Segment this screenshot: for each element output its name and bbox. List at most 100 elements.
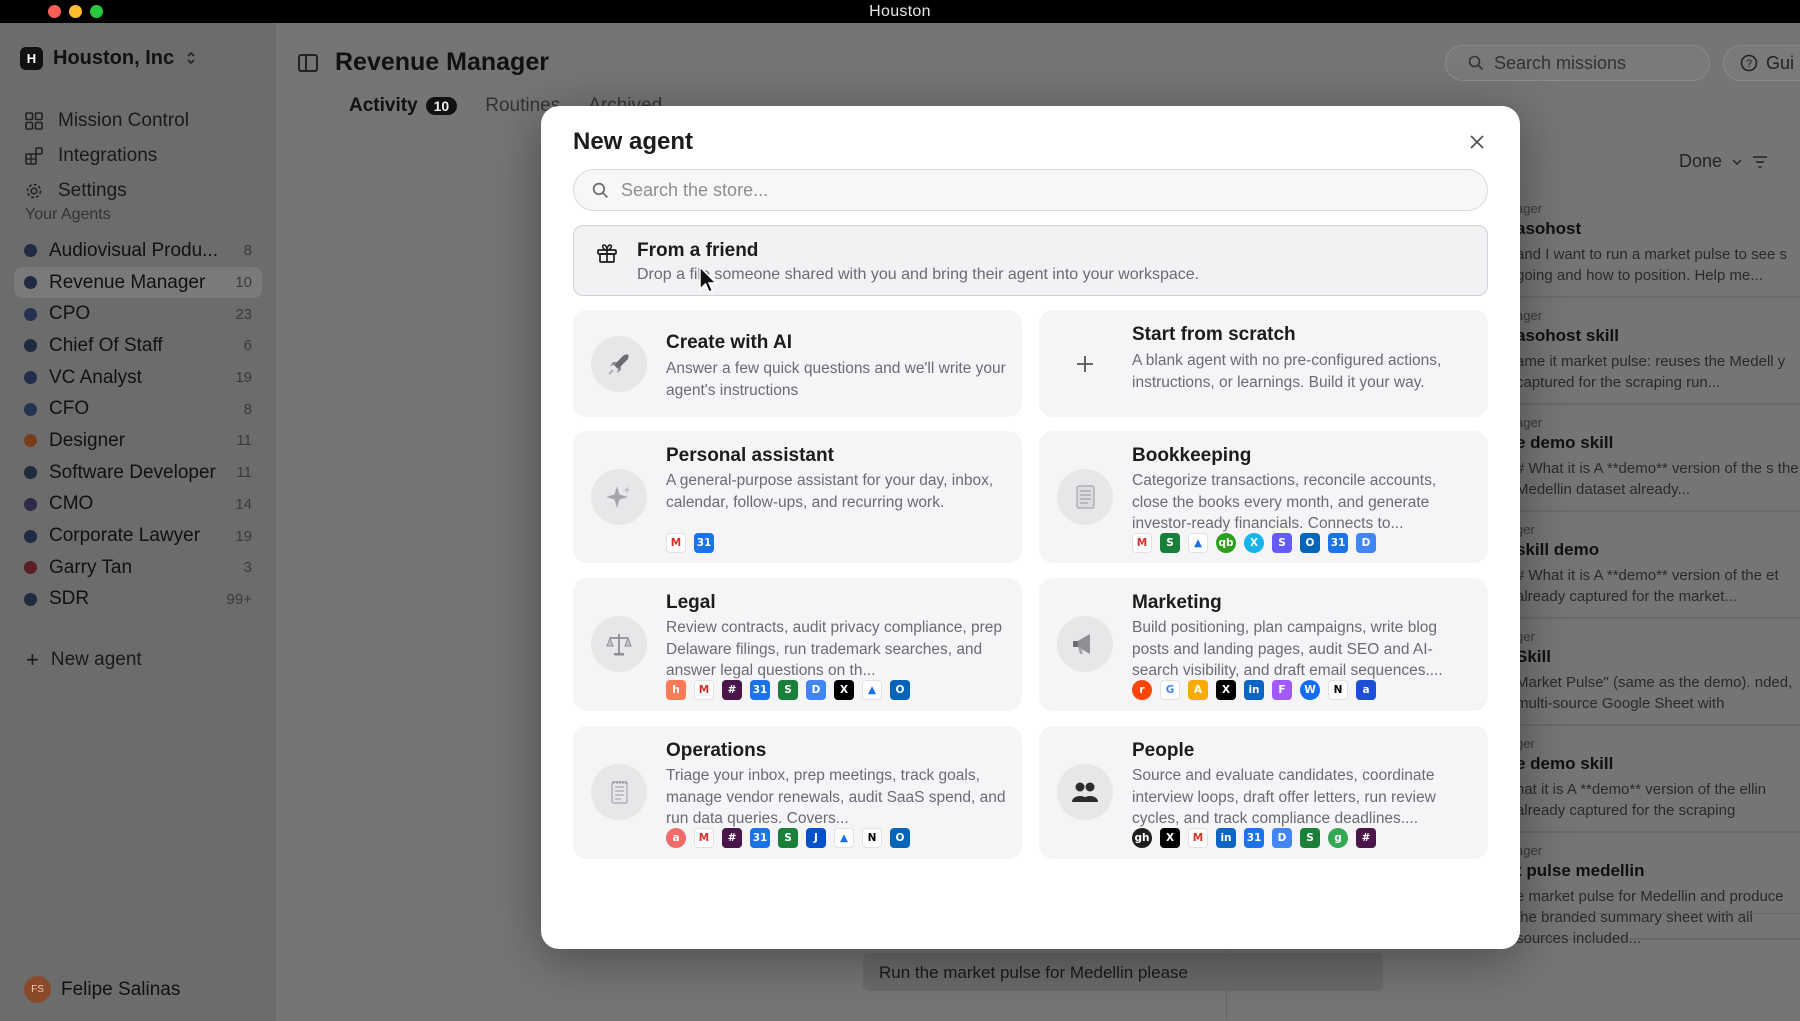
integration-logo-icon: M — [1188, 828, 1208, 848]
agent-template-legal[interactable]: Legal Review contracts, audit privacy com… — [573, 578, 1022, 711]
agent-name: SDR — [49, 588, 90, 610]
chevron-down-icon — [1732, 158, 1742, 165]
mission-card[interactable]: ager asohost skill ame it market pulse: re… — [1516, 298, 1800, 405]
agent-count: 8 — [243, 242, 252, 260]
agent-count: 3 — [243, 559, 252, 577]
rocket-icon — [591, 336, 647, 392]
tab-activity[interactable]: Activity 10 — [349, 95, 458, 117]
sidebar-agent-item[interactable]: CPO 23 — [14, 298, 262, 330]
new-agent-button[interactable]: + New agent — [26, 649, 142, 671]
count-badge: 10 — [425, 97, 458, 115]
mission-title: t pulse medellin — [1516, 861, 1645, 880]
agent-name: Software Developer — [49, 461, 216, 483]
user-name: Felipe Salinas — [61, 978, 181, 1000]
agent-color-dot — [24, 592, 37, 606]
gear-icon — [24, 181, 44, 201]
agent-color-dot — [24, 402, 37, 416]
agents-list: Audiovisual Produ... 8 Revenue Manager 10 CP… — [14, 235, 262, 615]
sidebar-agent-item[interactable]: Audiovisual Produ... 8 — [14, 235, 262, 267]
agent-name: Audiovisual Produ... — [49, 239, 218, 261]
new-agent-label: New agent — [50, 649, 142, 670]
chevron-updown-icon — [187, 51, 195, 65]
agent-color-dot — [24, 497, 37, 511]
integration-logo-icon: D — [1356, 533, 1376, 553]
agent-template-marketing[interactable]: Marketing Build positioning, plan campaig… — [1039, 578, 1488, 711]
mission-card[interactable]: ager e demo skill # What it is A **demo** … — [1516, 405, 1800, 512]
store-search-field[interactable] — [573, 169, 1488, 211]
agent-name: CMO — [49, 493, 94, 515]
status-filter-dropdown[interactable]: Done — [1679, 151, 1768, 172]
integration-logo-icon: qb — [1216, 533, 1236, 553]
agent-template-create-with-ai[interactable]: Create with AI Answer a few quick questio… — [573, 310, 1022, 417]
integration-logo-icon: # — [1356, 828, 1376, 848]
integration-icons: M 31 — [666, 533, 714, 553]
filter-icon[interactable] — [1752, 155, 1768, 169]
mission-search-input[interactable]: Search missions — [1445, 45, 1710, 81]
sidebar-agent-item[interactable]: Software Developer 11 — [14, 457, 262, 489]
chat-message: Run the market pulse for Medellin please — [863, 953, 1383, 991]
megaphone-icon — [1057, 616, 1113, 672]
agent-template-start-from-scratch[interactable]: Start from scratch A blank agent with no … — [1039, 310, 1488, 417]
agent-color-dot — [24, 561, 37, 575]
nav-item-settings[interactable]: Settings — [24, 173, 189, 208]
integration-logo-icon: X — [1160, 828, 1180, 848]
template-title: Bookkeeping — [1132, 445, 1252, 466]
mission-card[interactable]: ager asohost and I want to run a market pu… — [1516, 191, 1800, 298]
integration-logo-icon: M — [694, 680, 714, 700]
sidebar-agent-item[interactable]: Designer 11 — [14, 425, 262, 457]
mission-card[interactable]: ger skill demo # What it is A **demo** ver… — [1516, 512, 1800, 619]
agent-color-dot — [24, 307, 37, 321]
mission-card[interactable]: ger Skill Market Pulse" (same as the demo)… — [1516, 619, 1800, 726]
close-modal-button[interactable] — [1463, 128, 1491, 156]
sidebar-agent-item[interactable]: Garry Tan 3 — [14, 552, 262, 584]
sidebar-agent-item[interactable]: CFO 8 — [14, 393, 262, 425]
agent-count: 6 — [243, 337, 252, 355]
sidebar-agent-item[interactable]: VC Analyst 19 — [14, 362, 262, 394]
agent-name: Designer — [49, 429, 126, 451]
agent-count: 11 — [236, 464, 252, 482]
nav-item-label: Settings — [58, 179, 127, 201]
sidebar-toggle-icon[interactable] — [298, 54, 318, 72]
sidebar-agent-item[interactable]: SDR 99+ — [14, 584, 262, 616]
sidebar-agent-item[interactable]: Chief Of Staff 6 — [14, 330, 262, 362]
mission-card[interactable]: ger e demo skill hat it is A **demo** vers… — [1516, 726, 1800, 833]
svg-text:?: ? — [1746, 58, 1752, 70]
guide-label: Gui — [1766, 52, 1795, 73]
integration-logo-icon: ▲ — [834, 828, 854, 848]
template-description: Source and evaluate candidates, coordina… — [1132, 767, 1436, 827]
integration-logo-icon: J — [806, 828, 826, 848]
agent-template-personal-assistant[interactable]: Personal assistant A general-purpose assi… — [573, 431, 1022, 563]
agent-count: 10 — [235, 274, 252, 292]
agent-template-operations[interactable]: Operations Triage your inbox, prep meetin… — [573, 726, 1022, 859]
integration-logo-icon: D — [1272, 828, 1292, 848]
agent-count: 14 — [235, 495, 252, 513]
integration-icons: gh X Min 31 D Sg # — [1132, 828, 1376, 848]
sidebar-agent-item[interactable]: Corporate Lawyer 19 — [14, 520, 262, 552]
template-description: Answer a few quick questions and we'll w… — [666, 360, 1006, 399]
plus-icon — [1057, 336, 1113, 392]
sidebar-agent-item[interactable]: Revenue Manager 10 — [14, 266, 262, 299]
agent-template-people[interactable]: People Source and evaluate candidates, co… — [1039, 726, 1488, 859]
agent-count: 19 — [235, 527, 252, 545]
friend-option-title: From a friend — [637, 240, 759, 261]
gift-icon — [597, 244, 617, 263]
mission-feed: ager asohost and I want to run a market pu… — [1516, 191, 1800, 947]
integration-logo-icon: # — [722, 828, 742, 848]
template-title: Legal — [666, 592, 716, 613]
search-placeholder: Search missions — [1494, 52, 1627, 73]
sidebar: H Houston, Inc Mission Control Integrati… — [0, 23, 276, 1021]
integration-logo-icon: # — [722, 680, 742, 700]
nav-item-mission-control[interactable]: Mission Control — [24, 103, 189, 138]
nav-item-integrations[interactable]: Integrations — [24, 138, 189, 173]
integration-icons: r G A Xin F W Na — [1132, 680, 1376, 700]
workspace-switcher[interactable]: H Houston, Inc — [20, 43, 196, 73]
sidebar-agent-item[interactable]: CMO 14 — [14, 489, 262, 521]
user-profile[interactable]: FS Felipe Salinas — [24, 976, 180, 1003]
tab-label: Activity — [349, 95, 418, 116]
agent-color-dot — [24, 339, 37, 353]
integration-logo-icon: 31 — [1244, 828, 1264, 848]
guide-button[interactable]: ? Gui — [1723, 45, 1800, 81]
integration-logo-icon: ▲ — [1188, 533, 1208, 553]
agent-template-bookkeeping[interactable]: Bookkeeping Categorize transactions, reco… — [1039, 431, 1488, 563]
store-search-input[interactable] — [621, 179, 1441, 201]
